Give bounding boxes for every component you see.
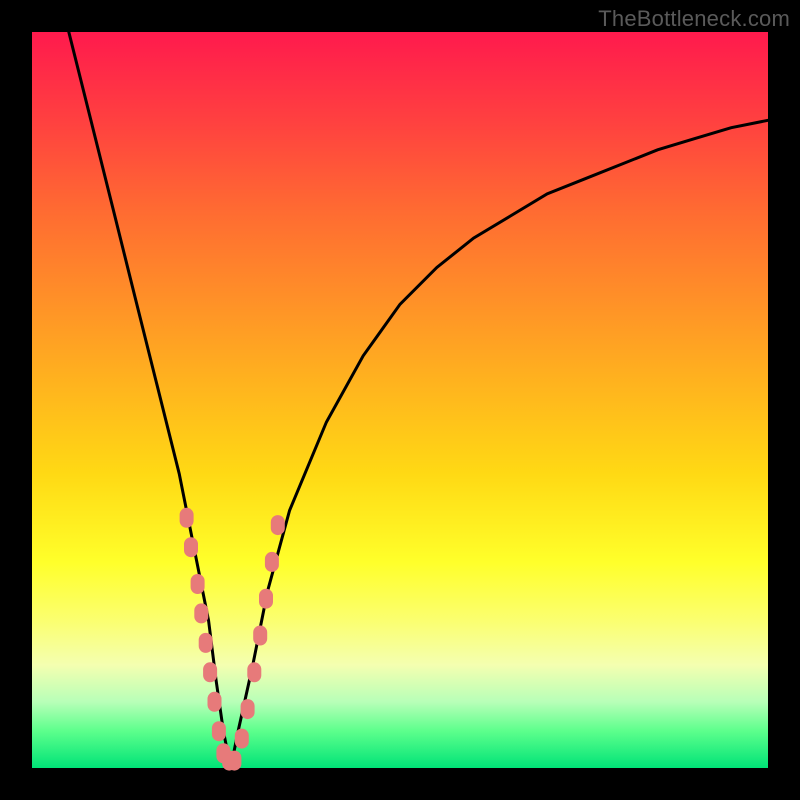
marker-point	[247, 662, 261, 682]
plot-area	[32, 32, 768, 768]
marker-point	[194, 603, 208, 623]
marker-point	[259, 589, 273, 609]
marker-point	[191, 574, 205, 594]
marker-point	[184, 537, 198, 557]
watermark-text: TheBottleneck.com	[598, 6, 790, 32]
marker-point	[265, 552, 279, 572]
marker-point	[227, 751, 241, 771]
marker-point	[208, 692, 222, 712]
chart-svg	[32, 32, 768, 768]
marker-point	[180, 508, 194, 528]
marker-point	[203, 662, 217, 682]
marker-point	[235, 729, 249, 749]
highlight-markers	[180, 508, 285, 771]
marker-point	[271, 515, 285, 535]
marker-point	[212, 721, 226, 741]
marker-point	[253, 626, 267, 646]
bottleneck-curve	[69, 32, 768, 768]
marker-point	[241, 699, 255, 719]
chart-frame: TheBottleneck.com	[0, 0, 800, 800]
marker-point	[199, 633, 213, 653]
